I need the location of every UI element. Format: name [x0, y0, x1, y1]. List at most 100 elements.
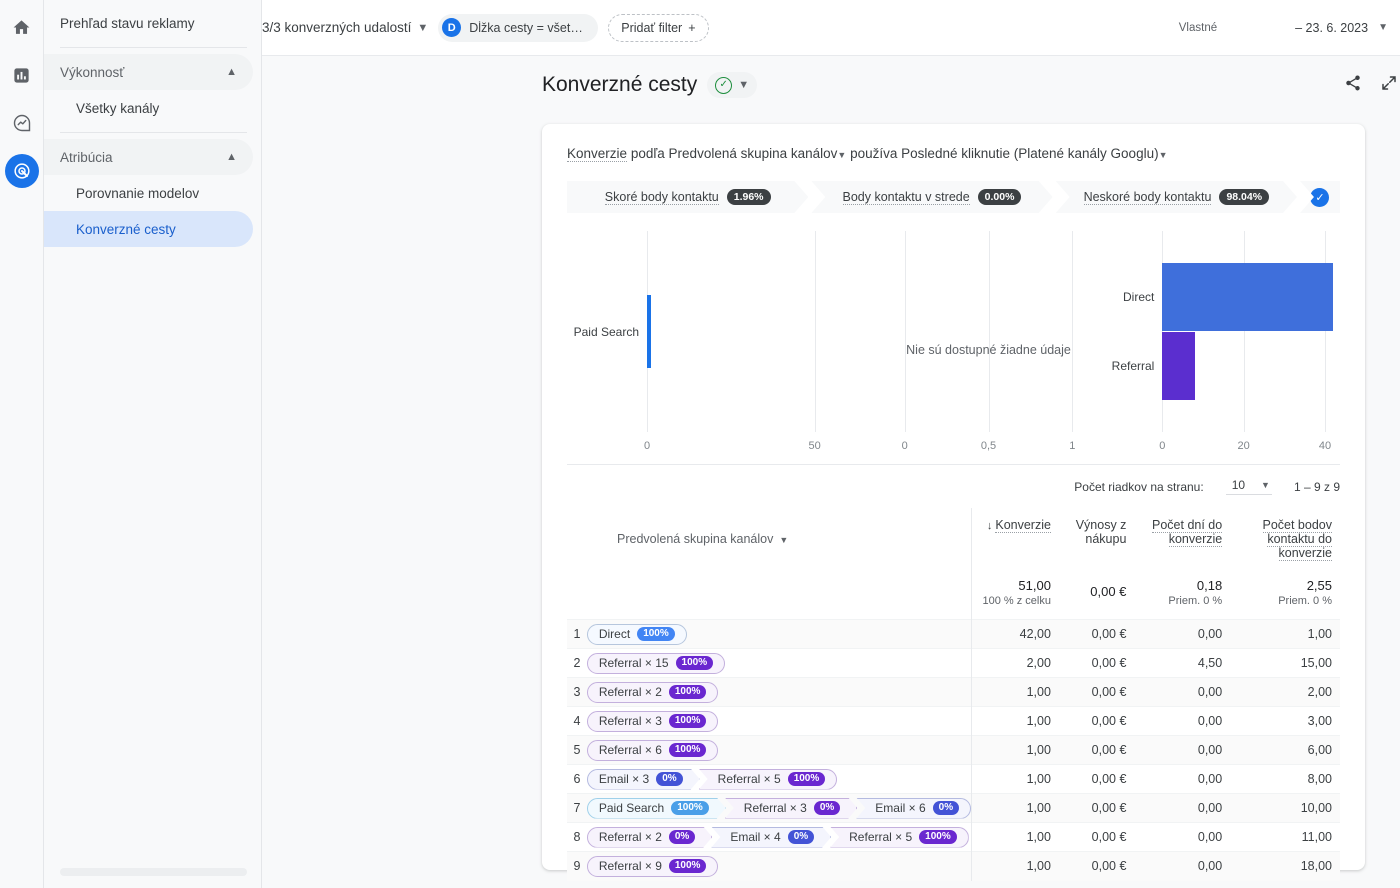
metric-cell-2: 4,50: [1134, 649, 1230, 678]
funnel-segment-early[interactable]: Skoré body kontaktu 1.96%: [567, 181, 808, 213]
bar-paid-search[interactable]: [647, 295, 651, 367]
sidebar-item-konverzne-cesty[interactable]: Konverzné cesty: [44, 211, 253, 247]
funnel-segment-pct: 98.04%: [1219, 189, 1269, 205]
table-row[interactable]: 5Referral × 6100%1,000,00 €0,006,00: [567, 736, 1340, 765]
path-chip-email[interactable]: Email × 60%: [856, 798, 971, 819]
rows-per-page-select[interactable]: 10 ▼: [1226, 478, 1272, 495]
metric-cell-1: 0,00 €: [1059, 649, 1134, 678]
total-value: 0,00 €: [1059, 584, 1126, 599]
chevron-down-icon[interactable]: ▼: [1159, 150, 1168, 160]
path-chip-percent: 100%: [919, 830, 957, 844]
bar-direct[interactable]: [1162, 263, 1333, 331]
metric-cell-3: 10,00: [1230, 794, 1340, 823]
bar-referral[interactable]: [1162, 332, 1195, 400]
card-model-selector[interactable]: Posledné kliknutie (Platené kanály Googl…: [901, 146, 1158, 161]
path-chip-email[interactable]: Email × 40%: [711, 827, 831, 848]
path-cell: Referral × 6100%: [587, 736, 972, 765]
table-row[interactable]: 1Direct100%42,000,00 €0,001,00: [567, 620, 1340, 649]
row-index: 2: [567, 649, 587, 678]
table-body: 1Direct100%42,000,00 €0,001,002Referral …: [567, 620, 1340, 881]
filter-avatar: D: [442, 18, 461, 37]
path-chip-referral[interactable]: Referral × 3100%: [587, 711, 719, 732]
path-chip-percent: 100%: [669, 743, 707, 757]
path-chip-referral[interactable]: Referral × 15100%: [587, 653, 725, 674]
sidebar-item-vsetky-kanaly[interactable]: Všetky kanály: [44, 90, 253, 126]
table-row[interactable]: 8Referral × 20%Email × 40%Referral × 510…: [567, 823, 1340, 852]
app-root: Prehľad stavu reklamy Výkonnosť ▲ Všetky…: [0, 0, 1400, 888]
funnel-segment-conversion[interactable]: ✓: [1300, 181, 1340, 213]
path-chip-referral[interactable]: Referral × 6100%: [587, 740, 719, 761]
total-subtext: Priem. 0 %: [1134, 595, 1222, 607]
chevron-down-icon: ▼: [1378, 22, 1388, 33]
path-chip-label: Email × 6: [875, 801, 925, 815]
metric-cell-3: 11,00: [1230, 823, 1340, 852]
nav-divider-1: [60, 47, 247, 48]
card-title-by: podľa: [631, 146, 665, 161]
date-range-start: [1227, 20, 1285, 35]
path-chip-group: Referral × 3100%: [587, 711, 719, 732]
path-chip-referral[interactable]: Referral × 2100%: [587, 682, 719, 703]
metric-cell-2: 0,00: [1134, 852, 1230, 881]
metric-cell-1: 0,00 €: [1059, 852, 1134, 881]
metric-header-vynosy[interactable]: Výnosy z nákupu: [1059, 508, 1134, 570]
card-title-metric[interactable]: Konverzie: [567, 146, 627, 162]
share-icon[interactable]: [1344, 74, 1362, 97]
add-filter-button[interactable]: Pridať filter +: [608, 14, 708, 42]
metric-header-body-kontaktu[interactable]: Počet bodov kontaktu do konverzie: [1230, 508, 1340, 570]
table-row[interactable]: 9Referral × 9100%1,000,00 €0,0018,00: [567, 852, 1340, 881]
sidebar-item-prehlad-stavu-reklamy[interactable]: Prehľad stavu reklamy: [44, 5, 253, 41]
path-chip-percent: 100%: [669, 859, 707, 873]
main-content: 3/3 konverzných udalostí ▼ D Dĺžka cesty…: [262, 0, 1400, 888]
path-cell: Referral × 9 100%: [587, 852, 972, 881]
metric-cell-2: 0,00: [1134, 678, 1230, 707]
date-range-picker[interactable]: Vlastné – 23. 6. 2023 ▼: [1179, 20, 1388, 35]
path-chip-referral[interactable]: Referral × 20%: [587, 827, 712, 848]
sidebar-section-vykonnost[interactable]: Výkonnosť ▲: [44, 54, 253, 90]
total-value: 2,55: [1230, 578, 1332, 593]
chart-plot-area: 0 0,5 1 Nie sú dostupné žiadne údaje: [905, 231, 1073, 432]
table-row[interactable]: 4Referral × 3100%1,000,00 €0,003,00: [567, 707, 1340, 736]
dimension-header[interactable]: Predvolená skupina kanálov▼: [567, 508, 972, 570]
expand-icon[interactable]: [1380, 74, 1398, 97]
sort-desc-icon: ↓: [987, 520, 993, 532]
sidebar-item-porovnanie-modelov[interactable]: Porovnanie modelov: [44, 175, 253, 211]
reports-icon[interactable]: [5, 58, 39, 92]
path-chip-referral[interactable]: Referral × 9 100%: [587, 856, 719, 877]
advertising-icon[interactable]: [5, 154, 39, 188]
sidebar-section-atribucia[interactable]: Atribúcia ▲: [44, 139, 253, 175]
rows-per-page-value: 10: [1232, 478, 1245, 492]
chevron-down-icon[interactable]: ▼: [837, 150, 846, 160]
path-chip-referral[interactable]: Referral × 5100%: [830, 827, 969, 848]
table-row[interactable]: 3Referral × 2100%1,000,00 €0,002,00: [567, 678, 1340, 707]
path-chip-email[interactable]: Email × 30%: [587, 769, 700, 790]
chevron-down-icon: ▼: [738, 79, 749, 91]
path-chip-percent: 100%: [669, 685, 707, 699]
table-row[interactable]: 2Referral × 15100%2,000,00 €4,5015,00: [567, 649, 1340, 678]
metric-header-dni[interactable]: Počet dní do konverzie: [1134, 508, 1230, 570]
path-cell: Paid Search100%Referral × 30%Email × 60%: [587, 794, 972, 823]
path-chip-referral[interactable]: Referral × 30%: [725, 798, 857, 819]
metric-header-label: Výnosy z nákupu: [1076, 518, 1127, 546]
active-filter-chip[interactable]: D Dĺžka cesty = všetky body k...: [438, 14, 598, 42]
path-chip-referral[interactable]: Referral × 5100%: [699, 769, 838, 790]
sidebar-item-label: Všetky kanály: [76, 101, 159, 116]
conversion-events-selector[interactable]: 3/3 konverzných udalostí ▼: [262, 20, 428, 35]
funnel-segment-mid[interactable]: Body kontaktu v strede 0.00%: [811, 181, 1052, 213]
path-chip-direct[interactable]: Direct100%: [587, 624, 687, 645]
path-chip-group: Referral × 6100%: [587, 740, 719, 761]
path-chip-group: Referral × 9 100%: [587, 856, 719, 877]
metric-header-konverzie[interactable]: ↓Konverzie: [972, 508, 1059, 570]
table-row[interactable]: 6Email × 30%Referral × 5100%1,000,00 €0,…: [567, 765, 1340, 794]
home-icon[interactable]: [5, 10, 39, 44]
path-chip-paidsearch[interactable]: Paid Search100%: [587, 798, 726, 819]
table-row[interactable]: 7Paid Search100%Referral × 30%Email × 60…: [567, 794, 1340, 823]
path-chip-label: Referral × 9: [599, 859, 662, 873]
funnel-segment-label: Skoré body kontaktu: [605, 190, 719, 205]
funnel-segment-late[interactable]: Neskoré body kontaktu 98.04%: [1056, 181, 1297, 213]
chevron-up-icon: ▲: [226, 151, 237, 163]
path-chip-label: Referral × 15: [599, 656, 669, 670]
status-badge[interactable]: ✓ ▼: [707, 72, 757, 98]
explore-icon[interactable]: [5, 106, 39, 140]
card-dimension-selector[interactable]: Predvolená skupina kanálov: [669, 146, 838, 161]
x-tick: 0: [902, 440, 908, 452]
